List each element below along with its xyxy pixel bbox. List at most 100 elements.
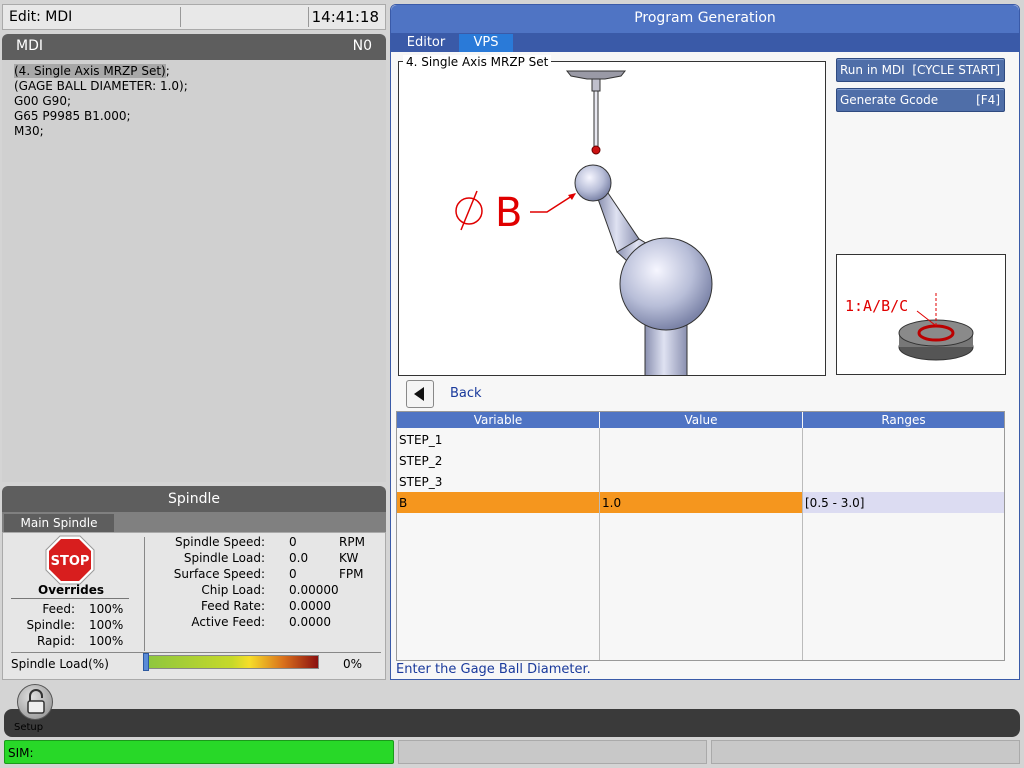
stat-unit: KW <box>339 551 359 565</box>
cell-value[interactable]: 1.0 <box>602 496 621 510</box>
stop-text: STOP <box>51 554 90 569</box>
override-value: 100% <box>89 602 124 616</box>
code-line-end[interactable]: ; <box>166 64 170 78</box>
button-label: Generate Gcode <box>840 93 939 107</box>
mdi-editor[interactable]: (4. Single Axis MRZP Set); (GAGE BALL DI… <box>2 60 386 482</box>
button-label: Run in MDI <box>840 63 905 77</box>
button-shortcut: [CYCLE START] <box>912 63 1000 77</box>
stat-value: 0 <box>289 567 297 581</box>
stat-label: Feed Rate: <box>200 599 265 613</box>
status-bar-sim: SIM: <box>4 740 394 764</box>
axis-label: 1:A/B/C <box>845 297 908 315</box>
spindle-load-indicator <box>143 653 149 671</box>
mdi-title: MDI <box>16 38 43 54</box>
column-header-ranges: Ranges <box>803 412 1004 428</box>
lock-icon[interactable] <box>17 684 53 720</box>
code-line[interactable]: M30; <box>14 124 374 139</box>
large-sphere-icon <box>619 237 713 331</box>
setup-label[interactable]: Setup <box>14 722 43 733</box>
tab-editor[interactable]: Editor <box>393 34 459 52</box>
gage-ball-icon <box>574 164 612 202</box>
divider <box>144 537 145 651</box>
code-line[interactable]: (GAGE BALL DIAMETER: 1.0); <box>14 79 374 94</box>
axis-thumbnail: 1:A/B/C <box>836 254 1006 375</box>
program-generation-tabs: Editor VPS <box>391 33 1019 52</box>
run-in-mdi-button[interactable]: Run in MDI [CYCLE START] <box>836 58 1005 82</box>
window-title-bar: Edit: MDI 14:41:18 <box>2 4 386 30</box>
figure-title: 4. Single Axis MRZP Set <box>403 55 552 69</box>
override-value: 100% <box>89 634 124 648</box>
divider <box>180 7 181 27</box>
table-row-selected[interactable]: B 1.0 [0.5 - 3.0] <box>397 492 1004 513</box>
spindle-load-value: 0% <box>343 657 363 671</box>
stat-value: 0.0000 <box>289 599 331 613</box>
override-label: Feed: <box>42 602 75 616</box>
status-bar-middle <box>398 740 707 764</box>
variables-table: Variable Value Ranges STEP_1 STEP_2 STEP… <box>396 411 1005 661</box>
back-button[interactable] <box>406 380 434 408</box>
column-header-value: Value <box>600 412 802 428</box>
program-generation-title: Program Generation <box>391 5 1019 33</box>
code-line-comment[interactable]: (4. Single Axis MRZP Set) <box>14 64 166 78</box>
menu-bar <box>4 709 1020 737</box>
divider <box>308 7 309 27</box>
cell-variable: B <box>399 496 408 510</box>
generate-gcode-button[interactable]: Generate Gcode [F4] <box>836 88 1005 112</box>
rotary-table-icon: 1:A/B/C <box>845 293 974 361</box>
spindle-load-label: Spindle Load(%) <box>11 657 109 671</box>
probe-shank-icon <box>591 78 601 92</box>
table-row[interactable]: STEP_1 <box>397 429 1004 450</box>
spindle-panel: STOP Overrides Feed: 100% Spindle: 100% Ra… <box>2 532 386 680</box>
spindle-tabs: Main Spindle <box>2 512 386 532</box>
override-value: 100% <box>89 618 124 632</box>
mdi-panel-header: MDI N0 <box>2 34 386 60</box>
stat-value: 0 <box>289 535 297 549</box>
override-label: Rapid: <box>36 634 75 648</box>
tab-main-spindle[interactable]: Main Spindle <box>4 514 114 532</box>
spindle-panel-header: Spindle <box>2 486 386 512</box>
stat-value: 0.0000 <box>289 615 331 629</box>
cell-variable-bg <box>397 492 599 513</box>
probe-stylus-icon <box>593 90 599 148</box>
stat-value: 0.00000 <box>289 583 339 597</box>
back-arrow-icon <box>414 387 424 401</box>
clock: 14:41:18 <box>311 8 379 26</box>
table-row[interactable]: STEP_2 <box>397 450 1004 471</box>
tab-vps[interactable]: VPS <box>459 34 513 52</box>
holder-column-icon <box>644 323 688 377</box>
probe-diagram: B <box>455 70 713 377</box>
status-text: SIM: <box>8 746 34 760</box>
input-hint: Enter the Gage Ball Diameter. <box>396 662 591 677</box>
probe-head-icon <box>565 70 627 80</box>
stat-unit: RPM <box>339 535 365 549</box>
column-header-variable: Variable <box>397 412 599 428</box>
stop-icon: STOP <box>45 535 95 585</box>
code-line[interactable]: G65 P9985 B1.000; <box>14 109 374 124</box>
cell-variable: STEP_3 <box>399 475 443 489</box>
back-label[interactable]: Back <box>450 386 482 401</box>
stat-label: Active Feed: <box>191 615 265 629</box>
probe-tip-icon <box>591 145 601 155</box>
diameter-symbol-icon <box>455 190 483 231</box>
button-shortcut: [F4] <box>976 93 1000 107</box>
cell-variable: STEP_1 <box>399 433 443 447</box>
stat-unit: FPM <box>339 567 364 581</box>
program-generation-panel: Program Generation Editor VPS 4. Single … <box>390 4 1020 680</box>
diameter-label: B <box>495 190 522 236</box>
code-line[interactable]: G00 G90; <box>14 94 374 109</box>
override-label: Spindle: <box>26 618 75 632</box>
stat-label: Surface Speed: <box>173 567 265 581</box>
cell-range: [0.5 - 3.0] <box>805 496 865 510</box>
divider <box>11 598 129 599</box>
vps-content: 4. Single Axis MRZP Set B Run in MDI [CY… <box>391 52 1019 679</box>
stat-value: 0.0 <box>289 551 309 565</box>
figure-panel: 4. Single Axis MRZP Set B <box>398 55 826 377</box>
stat-label: Spindle Load: <box>183 551 265 565</box>
divider <box>11 652 381 653</box>
stat-label: Spindle Speed: <box>175 535 265 549</box>
edit-mode-label: Edit: MDI <box>9 9 73 25</box>
cell-variable: STEP_2 <box>399 454 443 468</box>
code-line[interactable]: (4. Single Axis MRZP Set); <box>14 64 374 79</box>
table-row[interactable]: STEP_3 <box>397 471 1004 492</box>
status-bar-right <box>711 740 1020 764</box>
